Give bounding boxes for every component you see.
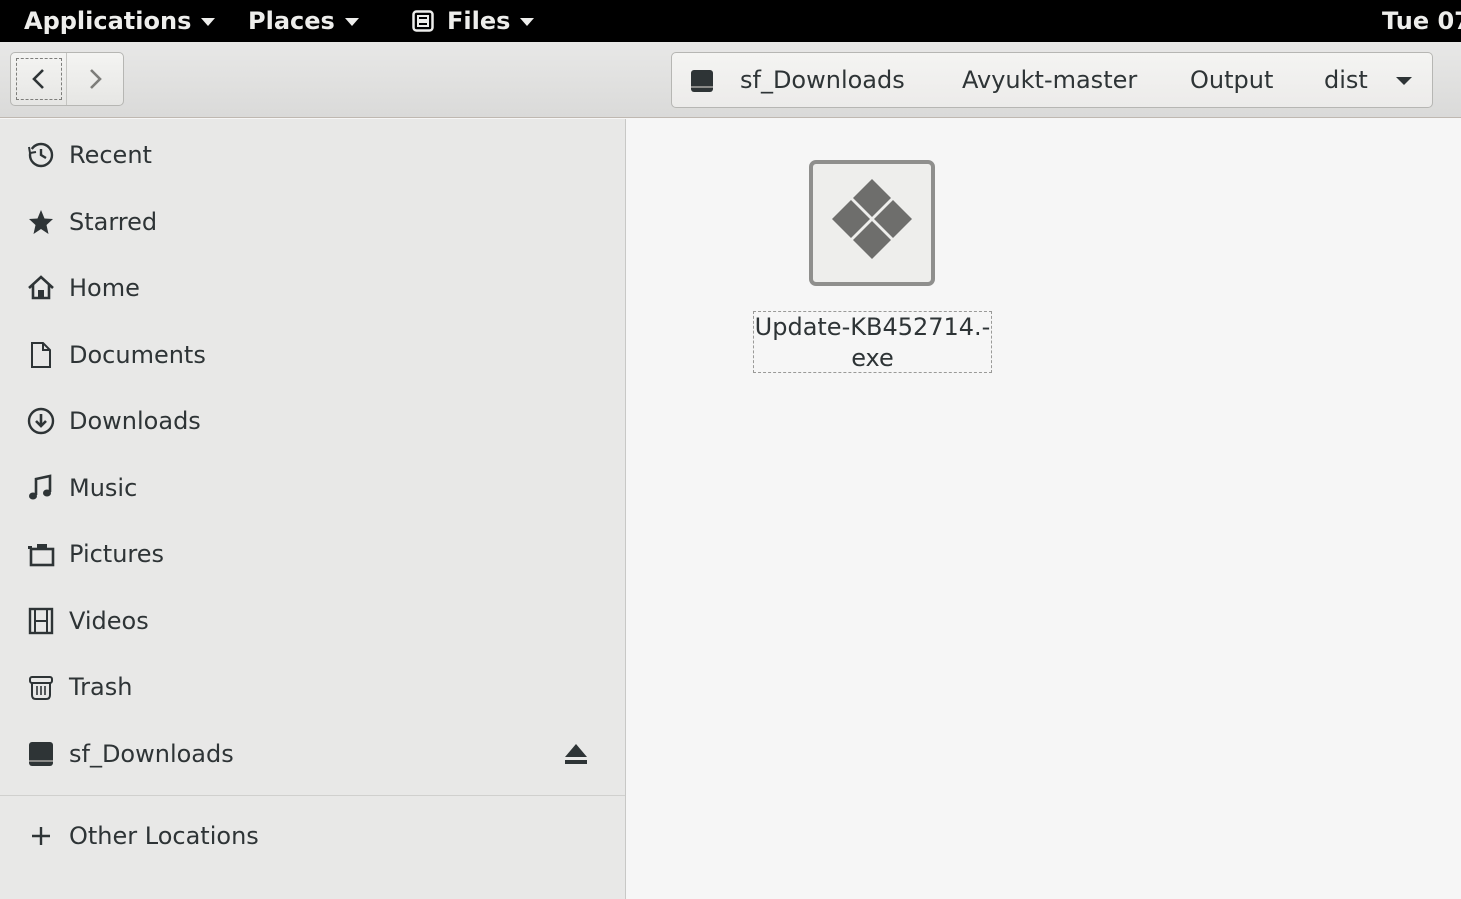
breadcrumb-dist[interactable]: dist <box>1324 53 1368 107</box>
home-icon <box>27 274 55 302</box>
chevron-down-icon <box>344 18 359 26</box>
sidebar-item-pictures[interactable]: Pictures <box>0 521 625 587</box>
sidebar-item-label: sf_Downloads <box>69 740 234 768</box>
download-icon <box>27 407 55 435</box>
files-app-icon <box>411 9 435 33</box>
film-icon <box>27 607 55 635</box>
breadcrumb-avyukt-master[interactable]: Avyukt-master <box>962 53 1137 107</box>
chevron-down-icon <box>201 18 216 26</box>
trash-icon <box>27 673 55 701</box>
sidebar-item-label: Documents <box>69 341 206 369</box>
file-name-label[interactable]: Update-KB452714.- exe <box>753 311 992 373</box>
header-bar: sf_Downloads Avyukt-master Output dist <box>0 42 1461 118</box>
sidebar-item-label: Downloads <box>69 407 201 435</box>
executable-icon[interactable] <box>809 160 935 286</box>
file-name-line: exe <box>851 344 894 372</box>
sidebar-item-label: Music <box>69 474 138 502</box>
chevron-right-icon <box>90 69 102 89</box>
sidebar-item-recent[interactable]: Recent <box>0 122 625 188</box>
plus-icon <box>27 822 55 850</box>
back-button[interactable] <box>11 53 67 105</box>
sidebar-item-other-locations[interactable]: Other Locations <box>0 803 625 869</box>
sidebar: Recent Starred Home Documents Downloads … <box>0 119 626 899</box>
sidebar-item-label: Starred <box>69 208 158 236</box>
drive-icon <box>27 740 55 768</box>
chevron-down-icon <box>520 18 535 26</box>
sidebar-separator <box>0 795 625 796</box>
applications-label: Applications <box>24 7 192 35</box>
document-icon <box>27 341 55 369</box>
clock-icon <box>27 141 55 169</box>
star-icon <box>27 208 55 236</box>
breadcrumb-sf-downloads[interactable]: sf_Downloads <box>740 53 905 107</box>
path-dropdown-icon[interactable] <box>1396 77 1412 85</box>
eject-icon[interactable] <box>562 740 590 768</box>
sidebar-item-downloads[interactable]: Downloads <box>0 388 625 454</box>
file-name-line: Update-KB452714.- <box>754 313 991 341</box>
sidebar-item-videos[interactable]: Videos <box>0 588 625 654</box>
sidebar-item-label: Videos <box>69 607 149 635</box>
chevron-left-icon <box>31 69 44 89</box>
sidebar-item-music[interactable]: Music <box>0 455 625 521</box>
clock[interactable]: Tue 07 <box>1382 0 1461 42</box>
sidebar-item-label: Recent <box>69 141 152 169</box>
places-menu[interactable]: Places <box>248 0 359 42</box>
navigation-buttons <box>10 52 124 106</box>
applications-menu[interactable]: Applications <box>24 0 216 42</box>
breadcrumb-output[interactable]: Output <box>1190 53 1273 107</box>
path-bar: sf_Downloads Avyukt-master Output dist <box>671 52 1433 108</box>
sidebar-item-sf-downloads[interactable]: sf_Downloads <box>0 721 625 787</box>
forward-button[interactable] <box>67 53 123 105</box>
sidebar-item-trash[interactable]: Trash <box>0 654 625 720</box>
camera-icon <box>27 540 55 568</box>
file-view: Update-KB452714.- exe <box>627 119 1461 899</box>
sidebar-item-label: Other Locations <box>69 822 259 850</box>
sidebar-item-label: Pictures <box>69 540 165 568</box>
sidebar-item-home[interactable]: Home <box>0 255 625 321</box>
sidebar-item-label: Home <box>69 274 140 302</box>
files-label: Files <box>447 7 511 35</box>
music-icon <box>27 474 55 502</box>
sidebar-item-documents[interactable]: Documents <box>0 322 625 388</box>
files-menu[interactable]: Files <box>411 0 535 42</box>
top-bar: Applications Places Files Tue 07 <box>0 0 1461 42</box>
sidebar-item-starred[interactable]: Starred <box>0 189 625 255</box>
places-label: Places <box>248 7 335 35</box>
sidebar-item-label: Trash <box>69 673 133 701</box>
drive-icon <box>690 69 714 99</box>
